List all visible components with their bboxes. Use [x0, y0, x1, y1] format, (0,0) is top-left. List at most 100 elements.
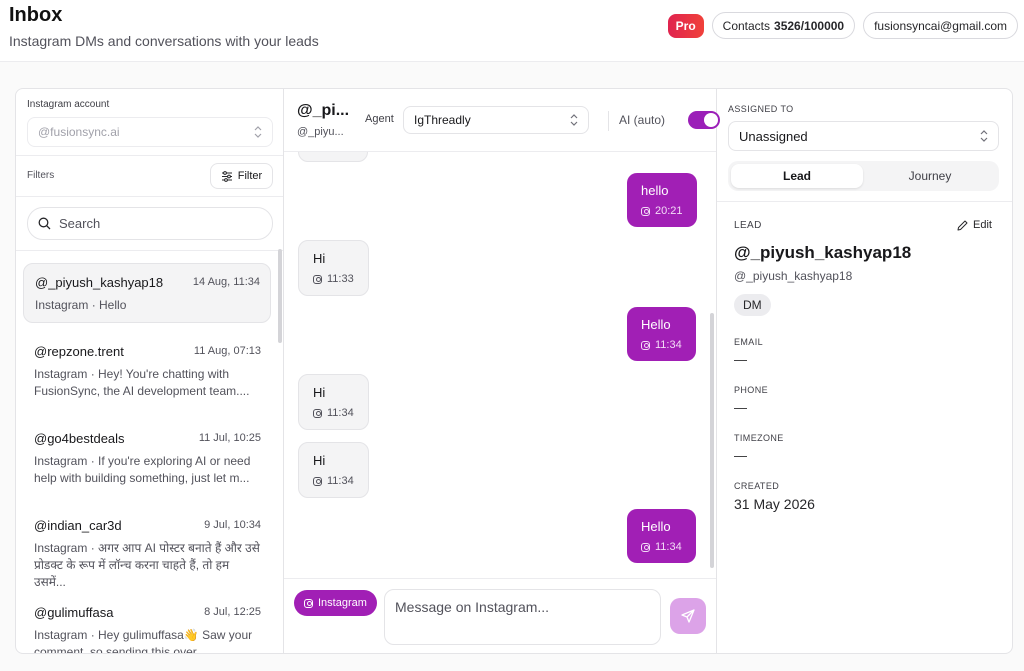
instagram-icon	[313, 476, 322, 486]
header-actions: Pro Contacts 3526/100000 fusionsyncai@gm…	[667, 12, 1018, 39]
conversation-list-scrollbar[interactable]	[278, 249, 282, 343]
conversation-date: 11 Jul, 10:25	[198, 432, 261, 444]
email-value: —	[734, 352, 747, 367]
conversation-preview: Instagram · Hey! You're chatting with Fu…	[34, 367, 250, 398]
message-text: Hi	[313, 251, 326, 266]
created-value: 31 May 2026	[734, 496, 815, 512]
conversation-name: @_piyush_kashyap18	[35, 275, 164, 290]
edit-label: Edit	[973, 219, 992, 231]
conversation-date: 11 Aug, 07:13	[193, 345, 261, 357]
conversation-name: @gulimuffasa	[34, 605, 114, 620]
contacts-value: 3526/100000	[774, 18, 845, 33]
conversation-item[interactable]: @repzone.trent 11 Aug, 07:13 Instagram ·…	[23, 333, 271, 407]
agent-select[interactable]: IgThreadly	[403, 106, 589, 134]
message-time: 11:34	[327, 407, 354, 419]
conversation-date: 9 Jul, 10:34	[204, 519, 261, 531]
search-input[interactable]: Search	[27, 207, 273, 240]
conversation-date: 8 Jul, 12:25	[204, 606, 261, 618]
message-meta: 11:34	[641, 541, 682, 553]
timezone-label: TIMEZONE	[734, 433, 784, 443]
edit-button[interactable]: Edit	[957, 219, 992, 231]
message-bubble-outgoing: Hello 11:34	[627, 307, 696, 361]
message-bubble-incoming: Hi 11:33	[298, 240, 369, 296]
ai-auto-toggle[interactable]	[688, 111, 720, 129]
send-button[interactable]	[670, 598, 706, 634]
channel-tag-label: Instagram	[318, 597, 367, 609]
instagram-icon	[641, 542, 650, 552]
details-tabs: Lead Journey	[728, 161, 999, 191]
chevron-updown-icon	[980, 130, 988, 142]
phone-value: —	[734, 400, 747, 415]
conversation-item[interactable]: @indian_car3d 9 Jul, 10:34 Instagram · अ…	[23, 507, 271, 589]
message-meta: 11:34	[313, 475, 354, 487]
message-bubble-partial	[298, 152, 368, 162]
message-text: Hello	[641, 519, 671, 534]
filter-button-label: Filter	[237, 170, 263, 182]
message-list-scrollbar[interactable]	[710, 313, 714, 568]
message-composer: Instagram Message on Instagram...	[284, 578, 716, 653]
pro-badge: Pro	[667, 13, 704, 38]
send-icon	[681, 609, 695, 623]
ai-auto-label: AI (auto)	[619, 113, 666, 127]
message-text: Hi	[313, 385, 326, 400]
conversation-name: @indian_car3d	[34, 518, 122, 533]
account-email-button[interactable]: fusionsyncai@gmail.com	[863, 12, 1018, 39]
chat-panel: @_pi... @_piyu... Agent IgThreadly AI (a…	[284, 89, 720, 653]
message-meta: 20:21	[641, 205, 683, 217]
tab-lead[interactable]: Lead	[731, 164, 863, 188]
conversation-name: @repzone.trent	[34, 344, 124, 359]
search-placeholder: Search	[59, 216, 101, 231]
email-label: EMAIL	[734, 337, 764, 347]
conversation-item[interactable]: @go4bestdeals 11 Jul, 10:25 Instagram · …	[23, 420, 271, 494]
divider	[16, 155, 283, 156]
contacts-label: Contacts	[722, 18, 771, 33]
agent-value: IgThreadly	[414, 113, 471, 127]
phone-label: PHONE	[734, 385, 769, 395]
message-meta: 11:34	[641, 339, 682, 351]
assigned-to-select[interactable]: Unassigned	[728, 121, 999, 151]
filters-label: Filters	[27, 170, 55, 181]
message-text: hello	[641, 183, 669, 198]
message-input[interactable]: Message on Instagram...	[384, 589, 661, 645]
conversation-item[interactable]: @gulimuffasa 8 Jul, 12:25 Instagram · He…	[23, 594, 271, 654]
conversation-preview: Instagram · Hello	[35, 298, 127, 312]
message-time: 11:33	[327, 273, 354, 285]
conversation-preview: Instagram · Hey gulimuffasa👋 Saw your co…	[34, 628, 253, 654]
lead-name: @_piyush_kashyap18	[734, 243, 912, 262]
page-header: Inbox Instagram DMs and conversations wi…	[0, 0, 1024, 62]
conversation-preview: Instagram · अगर आप AI पोस्टर बनाते हैं औ…	[34, 541, 260, 589]
message-bubble-incoming: Hi 11:34	[298, 442, 369, 498]
contacts-counter: Contacts 3526/100000	[711, 12, 856, 39]
lead-handle: @_piyush_kashyap18	[734, 269, 853, 283]
message-text: Hi	[313, 453, 326, 468]
chevron-updown-icon	[254, 126, 262, 138]
timezone-value: —	[734, 448, 747, 463]
instagram-icon	[641, 340, 650, 350]
conversation-list: @_piyush_kashyap18 14 Aug, 11:34 Instagr…	[16, 251, 284, 654]
conversation-item[interactable]: @_piyush_kashyap18 14 Aug, 11:34 Instagr…	[23, 263, 271, 323]
lead-details-panel: ASSIGNED TO Unassigned Lead Journey LEAD…	[717, 89, 1012, 653]
page-subtitle: Instagram DMs and conversations with you…	[9, 33, 319, 49]
conversation-name: @go4bestdeals	[34, 431, 125, 446]
tab-journey[interactable]: Journey	[864, 164, 996, 188]
assigned-to-value: Unassigned	[739, 128, 808, 144]
instagram-icon	[641, 206, 650, 216]
message-bubble-outgoing: hello 20:21	[627, 173, 697, 227]
instagram-account-select[interactable]: @fusionsync.ai	[27, 117, 273, 147]
message-list: hello 20:21 Hi 11:33 Hello 11:34 Hi 11:3…	[284, 152, 716, 578]
chat-header: @_pi... @_piyu... Agent IgThreadly AI (a…	[284, 89, 720, 152]
message-time: 11:34	[327, 475, 354, 487]
agent-label: Agent	[365, 113, 394, 125]
created-label: CREATED	[734, 481, 780, 491]
instagram-icon	[304, 598, 313, 608]
message-text: Hello	[641, 317, 671, 332]
conversation-preview: Instagram · If you're exploring AI or ne…	[34, 454, 251, 485]
divider	[608, 111, 609, 131]
message-input-placeholder: Message on Instagram...	[395, 599, 550, 615]
instagram-icon	[313, 408, 322, 418]
message-bubble-incoming: Hi 11:34	[298, 374, 369, 430]
channel-instagram-tag[interactable]: Instagram	[294, 590, 377, 616]
pencil-icon	[957, 220, 968, 230]
message-time: 11:34	[655, 339, 682, 351]
filter-button[interactable]: Filter	[210, 163, 273, 189]
